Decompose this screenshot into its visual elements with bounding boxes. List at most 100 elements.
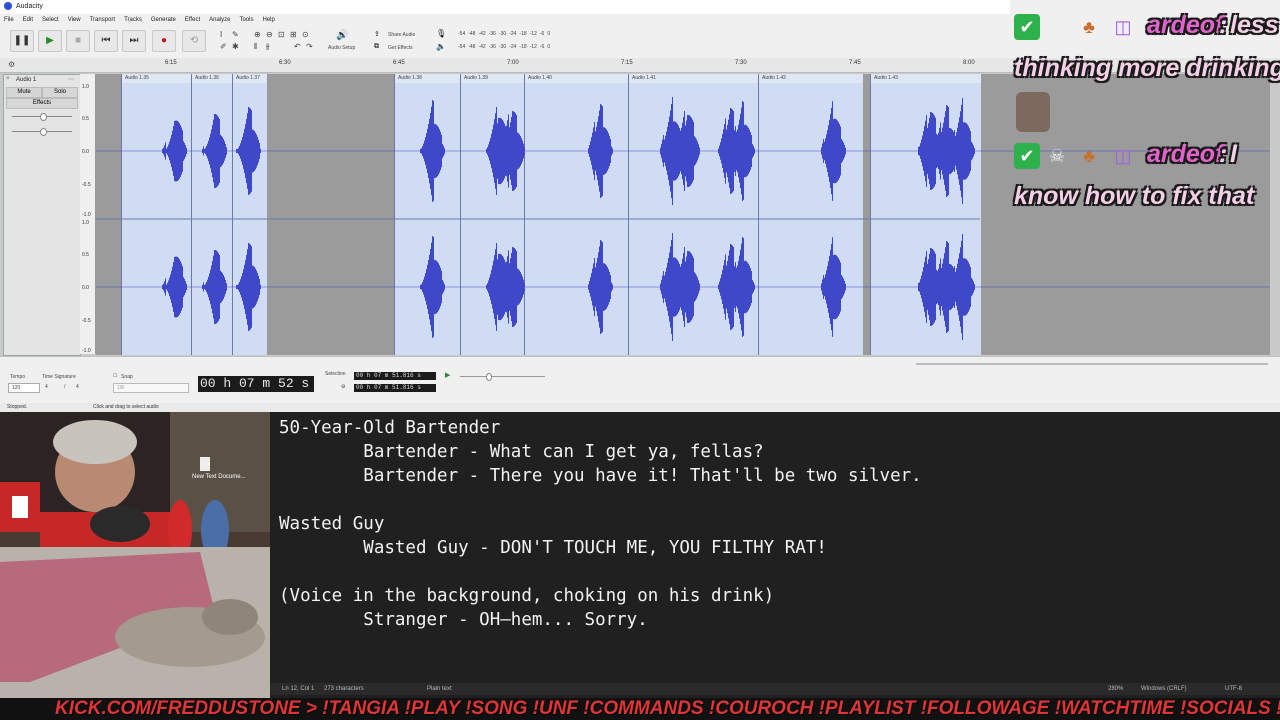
skip-end-button[interactable]: ⏭ — [122, 30, 146, 52]
notepad-editor[interactable]: 50-Year-Old Bartender Bartender - What c… — [270, 412, 1280, 698]
pan-slider-thumb[interactable] — [40, 128, 47, 136]
close-track-icon[interactable]: × — [6, 76, 10, 82]
undo-icon[interactable]: ↶ — [294, 42, 301, 51]
audio-clip[interactable]: Audio 1.39 — [460, 74, 525, 355]
snap-value: 1/8 — [117, 385, 124, 391]
clip-title[interactable]: Audio 1.37 — [233, 74, 267, 83]
meter-tick: -48 — [468, 31, 476, 37]
fit-project-icon[interactable]: ⊞ — [290, 30, 297, 39]
clip-title[interactable]: Audio 1.41 — [629, 74, 759, 83]
time-display[interactable]: 00 h 07 m 52 s — [198, 376, 314, 392]
line-ending: Windows (CRLF) — [1141, 686, 1187, 692]
ruler-tick-label: 7:15 — [621, 60, 633, 66]
timeline-options-icon[interactable]: ⚙ — [8, 60, 15, 69]
share-audio-button[interactable]: ⇪ Share Audio — [372, 30, 428, 41]
menu-view[interactable]: View — [68, 17, 81, 23]
time-signature-input[interactable]: 4 / 4 — [42, 383, 96, 391]
select-tool-icon[interactable]: I — [220, 30, 222, 39]
track-name[interactable]: Audio 1 — [16, 77, 36, 83]
selection-end-input[interactable]: 00 h 07 m 51.816 s — [354, 384, 436, 392]
snap-select[interactable]: 1/8 — [113, 383, 189, 393]
zoom-out-icon[interactable]: ⊖ — [266, 30, 273, 39]
solo-button[interactable]: Solo — [42, 87, 78, 98]
clip-title[interactable]: Audio 1.43 — [871, 74, 981, 83]
empty-track-region[interactable] — [266, 74, 394, 355]
mute-button[interactable]: Mute — [6, 87, 42, 98]
envelope-tool-icon[interactable]: ✎ — [232, 30, 239, 39]
menu-file[interactable]: File — [4, 17, 14, 23]
gain-slider-thumb[interactable] — [40, 113, 47, 121]
audio-clip[interactable]: Audio 1.43 — [870, 74, 981, 355]
clip-title[interactable]: Audio 1.39 — [461, 74, 525, 83]
get-effects-button[interactable]: ⧉ Get Effects — [372, 43, 428, 54]
menu-help[interactable]: Help — [262, 17, 274, 23]
notepad-text[interactable]: 50-Year-Old Bartender Bartender - What c… — [279, 416, 922, 632]
speaker-icon: 🔊 — [336, 30, 349, 41]
play-speed-thumb[interactable] — [486, 373, 492, 381]
pause-button[interactable]: ❚❚ — [10, 30, 34, 52]
tempo-input[interactable]: 120 — [8, 383, 40, 393]
menu-tracks[interactable]: Tracks — [124, 17, 142, 23]
encoding: UTF-8 — [1225, 686, 1242, 692]
menu-bar: File Edit Select View Transport Tracks Generat… — [0, 14, 1010, 26]
fit-selection-icon[interactable]: ⊡ — [278, 30, 285, 39]
audio-clip[interactable]: Audio 1.36 — [191, 74, 233, 355]
desktop-icon-label[interactable]: New Text Docume... — [192, 474, 246, 480]
clip-title[interactable]: Audio 1.35 — [122, 74, 192, 83]
playback-meter[interactable]: -54 -48 -42 -36 -30 -24 -18 -12 -6 0 — [458, 44, 553, 50]
redo-icon[interactable]: ↷ — [306, 42, 313, 51]
trim-icon[interactable]: ⫴ — [254, 42, 257, 52]
snap-label: Snap — [121, 374, 133, 380]
audio-setup-button[interactable]: 🔊 Audio Setup — [328, 30, 364, 54]
clip-title[interactable]: Audio 1.38 — [395, 74, 461, 83]
skip-start-button[interactable]: ⏮ — [94, 30, 118, 52]
selection-start-input[interactable]: 00 h 07 m 51.816 s — [354, 372, 436, 380]
selection-settings-icon[interactable]: ⚙ — [341, 384, 345, 390]
microphone-icon[interactable]: 🎙 — [436, 29, 446, 38]
stop-button[interactable]: ■ — [66, 30, 90, 52]
meter-tick: -18 — [519, 31, 527, 37]
menu-edit[interactable]: Edit — [23, 17, 33, 23]
play-button[interactable]: ▶ — [38, 30, 62, 52]
audio-clip[interactable]: Audio 1.37 — [232, 74, 267, 355]
tempo-label: Tempo — [10, 374, 26, 380]
effects-button[interactable]: Effects — [6, 98, 78, 109]
time-signature-label: Time Signature — [42, 374, 76, 380]
tempo-value: 120 — [12, 385, 21, 391]
loop-button[interactable]: ⟲ — [182, 30, 206, 52]
clip-title[interactable]: Audio 1.36 — [192, 74, 233, 83]
time-signature-numerator: 4 — [45, 384, 48, 390]
menu-tools[interactable]: Tools — [239, 17, 253, 23]
zoom-in-icon[interactable]: ⊕ — [254, 30, 261, 39]
menu-transport[interactable]: Transport — [90, 17, 115, 23]
menu-effect[interactable]: Effect — [185, 17, 200, 23]
snap-checkbox[interactable]: ☐ — [113, 373, 117, 379]
menu-select[interactable]: Select — [42, 17, 59, 23]
cursor-position: Ln 12, Col 1 — [282, 686, 315, 692]
vertical-scale[interactable]: 1.0 0.5 0.0 -0.5 -1.0 1.0 0.5 0.0 -0.5 -1.0 — [80, 74, 96, 354]
audio-clip[interactable]: Audio 1.42 — [758, 74, 863, 355]
menu-generate[interactable]: Generate — [151, 17, 176, 23]
play-at-speed-icon[interactable]: ▶ — [445, 371, 450, 379]
zoom-toggle-icon[interactable]: ⊙ — [302, 30, 309, 39]
menu-analyze[interactable]: Analyze — [209, 17, 230, 23]
playback-meter-icon[interactable]: 🔈 — [436, 42, 446, 51]
empty-track-region[interactable] — [96, 74, 121, 355]
ruler-tick-label: 7:45 — [849, 60, 861, 66]
meter-tick: -54 — [458, 31, 466, 37]
horizontal-scrollbar[interactable] — [916, 363, 1268, 365]
draw-tool-icon[interactable]: ✐ — [220, 42, 227, 51]
audio-clip[interactable]: Audio 1.35 — [121, 74, 192, 355]
silence-icon[interactable]: ⫵ — [266, 42, 270, 52]
clip-title[interactable]: Audio 1.42 — [759, 74, 863, 83]
record-meter[interactable]: -54 -48 -42 -36 -30 -24 -18 -12 -6 0 — [458, 31, 553, 37]
empty-track-region[interactable] — [862, 74, 870, 355]
record-button[interactable]: ● — [152, 30, 176, 52]
audio-clip[interactable]: Audio 1.38 — [394, 74, 461, 355]
audio-clip[interactable]: Audio 1.40 — [524, 74, 629, 355]
clip-title[interactable]: Audio 1.40 — [525, 74, 629, 83]
audio-clip[interactable]: Audio 1.41 — [628, 74, 759, 355]
track-menu-icon[interactable]: ⋯ — [68, 76, 74, 83]
play-speed-slider[interactable] — [460, 376, 545, 377]
multi-tool-icon[interactable]: ✱ — [232, 42, 239, 51]
